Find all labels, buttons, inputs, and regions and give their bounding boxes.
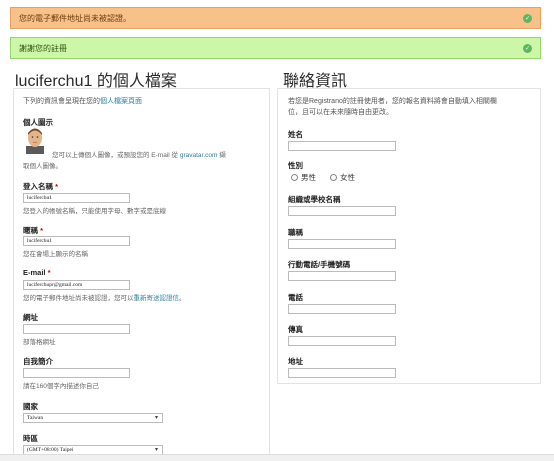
gender-male-radio[interactable] — [291, 174, 298, 181]
email-unverified-alert: 您的電子郵件地址尚未被認證。 ✓ — [10, 7, 541, 29]
check-circle-icon[interactable]: ✓ — [523, 43, 532, 53]
username-field[interactable]: luciferchu1 — [23, 193, 130, 203]
org-field[interactable] — [288, 206, 396, 216]
gravatar-link[interactable]: gravatar.com — [180, 152, 218, 159]
timezone-label: 時區 — [23, 434, 38, 443]
phone-field[interactable] — [288, 304, 396, 314]
resend-verification-link[interactable]: 重新寄送認證信 — [134, 295, 180, 302]
required-mark: * — [47, 268, 51, 277]
photo-help-cont: 取個人圖像。 — [23, 163, 62, 170]
nickname-label: 暱稱 * — [23, 226, 44, 235]
photo-label: 個人圖示 — [23, 118, 53, 127]
gender-options: 男性 女性 — [291, 172, 355, 183]
bio-help: 請在160個字內描述你自己 — [23, 383, 99, 390]
bio-field[interactable] — [23, 368, 130, 378]
required-mark: * — [55, 182, 59, 191]
fax-label: 傳真 — [288, 325, 303, 334]
job-title-label: 職稱 — [288, 228, 303, 237]
nickname-field[interactable]: luciferchu1 — [23, 236, 130, 246]
alert-message: 謝謝您的註冊 — [19, 43, 67, 53]
fax-field[interactable] — [288, 336, 396, 346]
nickname-help: 您在會場上顯示的名稱 — [23, 251, 88, 258]
check-circle-icon[interactable]: ✓ — [523, 13, 532, 23]
website-label: 網址 — [23, 313, 38, 322]
gender-male-label: 男性 — [301, 173, 316, 182]
gender-female-radio[interactable] — [330, 174, 337, 181]
phone-label: 電話 — [288, 293, 303, 302]
email-help: 您的電子郵件地址尚未被認證，您可以重新寄送認證信。 — [23, 295, 186, 302]
mobile-label: 行動電話/手機號碼 — [288, 260, 351, 269]
default-avatar-icon — [26, 128, 44, 154]
address-label: 地址 — [288, 357, 303, 366]
org-label: 組織或學校名稱 — [288, 195, 341, 204]
bio-label: 自我簡介 — [23, 357, 53, 366]
contact-intro-line1: 若您是Registrano的註冊使用者，您的報名資料將會自動填入相關欄 — [288, 98, 497, 105]
name-label: 姓名 — [288, 130, 303, 139]
website-help: 部落格網址 — [23, 339, 56, 346]
alert-message: 您的電子郵件地址尚未被認證。 — [19, 13, 131, 23]
address-field[interactable] — [288, 368, 396, 378]
required-mark: * — [40, 226, 44, 235]
email-field[interactable]: luciferchupr@gmail.com — [23, 280, 130, 290]
country-select[interactable]: Taiwan — [23, 413, 163, 423]
profile-page-link[interactable]: 個人檔案頁面 — [100, 98, 142, 105]
profile-panel — [13, 88, 270, 460]
name-field[interactable] — [288, 141, 396, 151]
contact-intro-line2: 位，且可以在未來隨時自由更改。 — [288, 109, 393, 116]
country-label: 國家 — [23, 402, 38, 411]
mobile-field[interactable] — [288, 271, 396, 281]
photo-help: 您可以上傳個人圖像，或預設您的 E-mail 從 gravatar.com 擷 — [52, 152, 226, 159]
job-title-field[interactable] — [288, 239, 396, 249]
username-label: 登入名稱 * — [23, 182, 59, 191]
profile-intro: 下列的資訊會呈現在您的個人檔案頁面 — [23, 98, 142, 105]
email-label: E-mail * — [23, 268, 51, 277]
website-field[interactable] — [23, 324, 130, 334]
gender-label: 性別 — [288, 161, 303, 170]
username-help: 您登入的帳號名稱，只能使用字母、數字或是底線 — [23, 208, 166, 215]
thanks-alert: 謝謝您的註冊 ✓ — [10, 37, 541, 59]
gender-female-label: 女性 — [340, 173, 355, 182]
